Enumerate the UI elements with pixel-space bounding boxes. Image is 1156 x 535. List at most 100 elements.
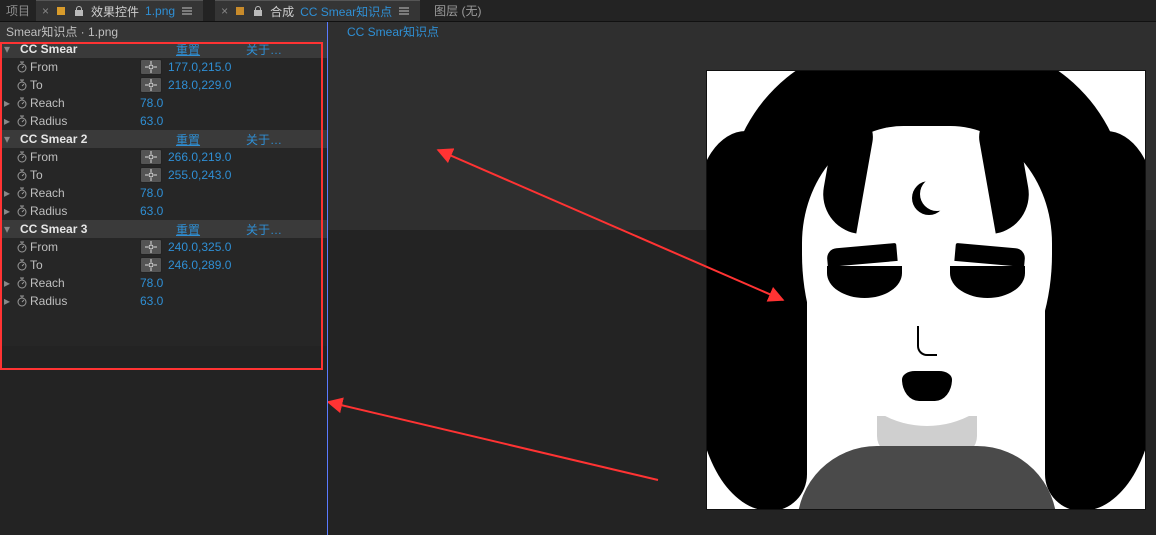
square-icon (55, 5, 67, 17)
disclosure-triangle-icon[interactable]: ▾ (4, 132, 14, 146)
lock-icon[interactable] (252, 5, 264, 17)
crosshair-button[interactable] (140, 167, 162, 183)
param-row: ▸ Radius63.0 (0, 112, 327, 130)
effect-header[interactable]: ▾ CC Smear 3 重置 关于… (0, 220, 327, 238)
param-label: From (30, 150, 140, 164)
param-row: To 255.0,243.0 (0, 166, 327, 184)
disclosure-triangle-icon[interactable]: ▾ (4, 222, 14, 236)
top-tab-bar: 项目 × 效果控件 1.png × 合成 CC Smear知识点 图层 (无) (0, 0, 1156, 22)
effect-name: CC Smear (20, 42, 170, 56)
layer-preview[interactable] (706, 70, 1146, 510)
param-value[interactable]: 255.0,243.0 (168, 168, 231, 182)
param-label: Radius (30, 204, 140, 218)
param-row: ▸ Radius63.0 (0, 292, 327, 310)
disclosure-triangle-icon[interactable]: ▸ (4, 204, 14, 218)
disclosure-triangle-icon[interactable]: ▸ (4, 114, 14, 128)
stopwatch-icon[interactable] (14, 241, 30, 253)
tab-title-prefix: 效果控件 (91, 3, 139, 20)
param-label: Reach (30, 96, 140, 110)
square-icon (234, 5, 246, 17)
param-value[interactable]: 63.0 (140, 114, 163, 128)
disclosure-triangle-icon[interactable]: ▸ (4, 96, 14, 110)
stopwatch-icon[interactable] (14, 169, 30, 181)
crosshair-button[interactable] (140, 59, 162, 75)
effect-controls-panel: Smear知识点 · 1.png ▾CC Smear重置关于…From177.0… (0, 22, 328, 535)
close-icon[interactable]: × (42, 4, 49, 18)
effect-name: CC Smear 2 (20, 132, 170, 146)
stopwatch-icon[interactable] (14, 115, 30, 127)
param-label: Radius (30, 114, 140, 128)
effects-list: ▾CC Smear重置关于…From177.0,215.0To218.0,229… (0, 40, 327, 310)
stopwatch-icon[interactable] (14, 61, 30, 73)
param-label: To (30, 78, 140, 92)
disclosure-triangle-icon[interactable]: ▾ (4, 42, 14, 56)
disclosure-triangle-icon[interactable]: ▸ (4, 276, 14, 290)
param-row: From 177.0,215.0 (0, 58, 327, 76)
composition-viewer-panel: CC Smear知识点 (328, 22, 1156, 535)
tab-project[interactable]: 项目 (0, 2, 36, 19)
tab-layer-none[interactable]: 图层 (无) (420, 2, 495, 19)
param-row: To 246.0,289.0 (0, 256, 327, 274)
param-row: ▸ Reach78.0 (0, 184, 327, 202)
disclosure-triangle-icon[interactable]: ▸ (4, 186, 14, 200)
param-value[interactable]: 240.0,325.0 (168, 240, 231, 254)
tab-comp-name: CC Smear知识点 (300, 3, 392, 20)
param-value[interactable]: 266.0,219.0 (168, 150, 231, 164)
reset-link[interactable]: 重置 (176, 221, 200, 238)
about-link[interactable]: 关于… (246, 221, 282, 238)
crosshair-button[interactable] (140, 149, 162, 165)
stopwatch-icon[interactable] (14, 277, 30, 289)
param-value[interactable]: 246.0,289.0 (168, 258, 231, 272)
param-label: To (30, 258, 140, 272)
effect-name: CC Smear 3 (20, 222, 170, 236)
composition-viewer[interactable] (328, 40, 1156, 535)
param-row: ▸ Reach78.0 (0, 274, 327, 292)
menu-icon[interactable] (398, 5, 410, 17)
reset-link[interactable]: 重置 (176, 41, 200, 58)
stopwatch-icon[interactable] (14, 295, 30, 307)
tab-composition[interactable]: × 合成 CC Smear知识点 (215, 0, 420, 21)
param-value[interactable]: 218.0,229.0 (168, 78, 231, 92)
comp-breadcrumb[interactable]: CC Smear知识点 (343, 22, 443, 40)
param-value[interactable]: 63.0 (140, 294, 163, 308)
breadcrumb: Smear知识点 · 1.png (0, 22, 327, 40)
param-value[interactable]: 78.0 (140, 96, 163, 110)
param-label: Radius (30, 294, 140, 308)
stopwatch-icon[interactable] (14, 151, 30, 163)
about-link[interactable]: 关于… (246, 131, 282, 148)
param-label: Reach (30, 186, 140, 200)
param-row: To 218.0,229.0 (0, 76, 327, 94)
reset-link[interactable]: 重置 (176, 131, 200, 148)
crosshair-button[interactable] (140, 239, 162, 255)
param-label: Reach (30, 276, 140, 290)
lock-icon[interactable] (73, 5, 85, 17)
stopwatch-icon[interactable] (14, 79, 30, 91)
tab-title-filename: 1.png (145, 4, 175, 18)
tab-effect-controls[interactable]: × 效果控件 1.png (36, 0, 203, 21)
stopwatch-icon[interactable] (14, 187, 30, 199)
stopwatch-icon[interactable] (14, 205, 30, 217)
param-label: From (30, 240, 140, 254)
effect-header[interactable]: ▾ CC Smear 2 重置 关于… (0, 130, 327, 148)
param-row: From 240.0,325.0 (0, 238, 327, 256)
param-label: To (30, 168, 140, 182)
param-value[interactable]: 177.0,215.0 (168, 60, 231, 74)
stopwatch-icon[interactable] (14, 259, 30, 271)
tab-comp-prefix: 合成 (270, 3, 294, 20)
param-value[interactable]: 78.0 (140, 186, 163, 200)
param-value[interactable]: 78.0 (140, 276, 163, 290)
menu-icon[interactable] (181, 5, 193, 17)
param-row: ▸ Radius63.0 (0, 202, 327, 220)
about-link[interactable]: 关于… (246, 41, 282, 58)
param-row: ▸ Reach78.0 (0, 94, 327, 112)
param-row: From 266.0,219.0 (0, 148, 327, 166)
param-label: From (30, 60, 140, 74)
param-value[interactable]: 63.0 (140, 204, 163, 218)
crosshair-button[interactable] (140, 257, 162, 273)
moon-icon (912, 181, 946, 215)
effect-header[interactable]: ▾ CC Smear 重置 关于… (0, 40, 327, 58)
crosshair-button[interactable] (140, 77, 162, 93)
stopwatch-icon[interactable] (14, 97, 30, 109)
disclosure-triangle-icon[interactable]: ▸ (4, 294, 14, 308)
close-icon[interactable]: × (221, 4, 228, 18)
